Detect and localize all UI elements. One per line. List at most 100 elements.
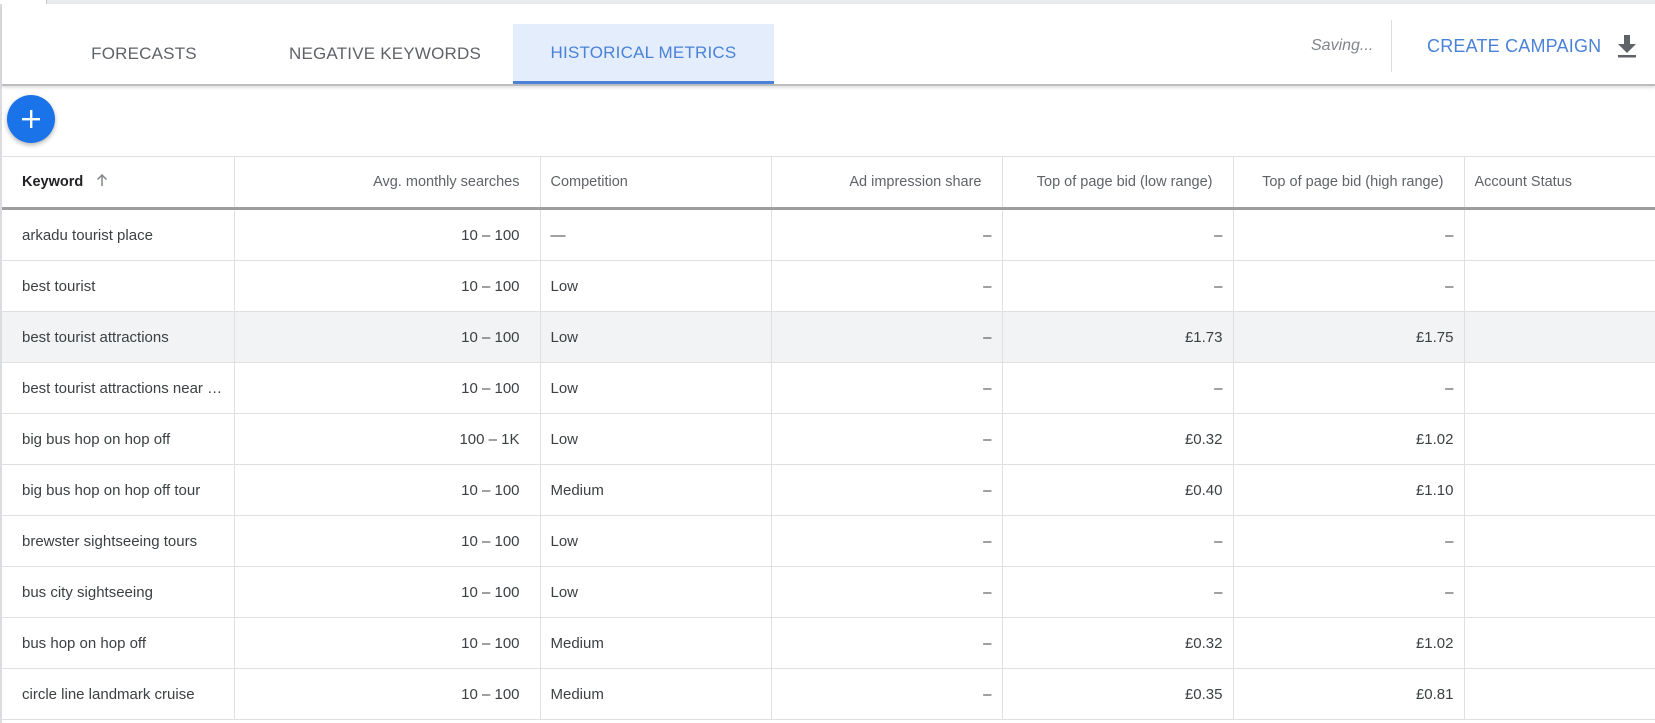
cell-top-bid-low: – <box>1002 515 1234 567</box>
cell-top-bid-low: £0.35 <box>1002 668 1234 720</box>
column-header-avg-monthly-searches[interactable]: Avg. monthly searches <box>234 156 541 210</box>
create-campaign-button[interactable]: CREATE CAMPAIGN <box>1427 36 1601 57</box>
cell-top-bid-high: – <box>1233 362 1465 414</box>
cell-competition: Medium <box>540 464 772 516</box>
cell-keyword: brewster sightseeing tours <box>2 515 235 567</box>
cell-account-status <box>1464 260 1655 312</box>
cell-keyword: best tourist attractions near me <box>2 362 235 414</box>
cell-competition: Low <box>540 311 772 363</box>
cell-top-bid-low: – <box>1002 208 1234 261</box>
cell-ad-impression-share: – <box>771 208 1003 261</box>
cell-top-bid-high: £0.81 <box>1233 668 1465 720</box>
cell-keyword: big bus hop on hop off <box>2 413 235 465</box>
cell-top-bid-high: – <box>1233 208 1465 261</box>
column-header-ad-impression-share[interactable]: Ad impression share <box>771 156 1003 210</box>
cell-top-bid-high: £1.10 <box>1233 464 1465 516</box>
cell-top-bid-low: £0.32 <box>1002 413 1234 465</box>
cell-top-bid-low: – <box>1002 260 1234 312</box>
table-row[interactable]: circle line landmark cruise 10 – 100 Mediu… <box>2 668 1655 720</box>
cell-account-status <box>1464 413 1655 465</box>
table-row[interactable]: best tourist 10 – 100 Low – – – <box>2 260 1655 312</box>
table-header-row: Keyword Avg. monthly searches Competitio… <box>2 156 1655 210</box>
cell-top-bid-high: – <box>1233 566 1465 618</box>
tab-negative-keywords[interactable]: NEGATIVE KEYWORDS <box>270 24 500 84</box>
cell-top-bid-high: £1.02 <box>1233 413 1465 465</box>
column-header-label: Keyword <box>22 173 84 190</box>
cell-keyword: best tourist attractions <box>2 311 235 363</box>
cell-avg-monthly-searches: 10 – 100 <box>234 668 541 720</box>
column-header-top-bid-low[interactable]: Top of page bid (low range) <box>1002 156 1234 210</box>
column-header-keyword[interactable]: Keyword <box>2 156 235 210</box>
cell-competition: Low <box>540 413 772 465</box>
cell-keyword: best tourist <box>2 260 235 312</box>
table-row[interactable]: best tourist attractions near me 10 – 100… <box>2 362 1655 414</box>
cell-account-status <box>1464 668 1655 720</box>
plus-icon <box>22 110 40 128</box>
cell-account-status <box>1464 208 1655 261</box>
cell-ad-impression-share: – <box>771 515 1003 567</box>
cell-account-status <box>1464 464 1655 516</box>
tab-header: FORECASTS NEGATIVE KEYWORDS HISTORICAL M… <box>2 4 1655 86</box>
cell-keyword: bus city sightseeing <box>2 566 235 618</box>
cell-top-bid-high: £1.75 <box>1233 311 1465 363</box>
cell-competition: Low <box>540 362 772 414</box>
cell-top-bid-high: – <box>1233 260 1465 312</box>
cell-ad-impression-share: – <box>771 617 1003 669</box>
cell-top-bid-high: £1.02 <box>1233 617 1465 669</box>
add-keyword-button[interactable] <box>7 95 55 143</box>
cell-avg-monthly-searches: 10 – 100 <box>234 464 541 516</box>
cell-keyword: arkadu tourist place <box>2 208 235 261</box>
table-row[interactable]: brewster sightseeing tours 10 – 100 Low – – – <box>2 515 1655 567</box>
saving-status: Saving... <box>1311 37 1374 54</box>
keyword-table: Keyword Avg. monthly searches Competitio… <box>2 156 1655 720</box>
cell-ad-impression-share: – <box>771 413 1003 465</box>
keyword-planner-window: FORECASTS NEGATIVE KEYWORDS HISTORICAL M… <box>0 0 1655 723</box>
table-row[interactable]: big bus hop on hop off 100 – 1K Low – £0.32 £… <box>2 413 1655 465</box>
column-header-account-status[interactable]: Account Status <box>1464 156 1655 210</box>
table-row[interactable]: big bus hop on hop off tour 10 – 100 Mediu… <box>2 464 1655 516</box>
column-header-competition[interactable]: Competition <box>540 156 772 210</box>
cell-avg-monthly-searches: 10 – 100 <box>234 515 541 567</box>
cell-avg-monthly-searches: 10 – 100 <box>234 617 541 669</box>
cell-competition: Low <box>540 515 772 567</box>
cell-ad-impression-share: – <box>771 362 1003 414</box>
cell-ad-impression-share: – <box>771 464 1003 516</box>
tab-forecasts[interactable]: FORECASTS <box>64 24 224 84</box>
download-icon[interactable] <box>1616 34 1638 58</box>
cell-keyword: bus hop on hop off <box>2 617 235 669</box>
cell-top-bid-low: £0.40 <box>1002 464 1234 516</box>
cell-ad-impression-share: – <box>771 668 1003 720</box>
cell-account-status <box>1464 617 1655 669</box>
cell-top-bid-low: £0.32 <box>1002 617 1234 669</box>
cell-competition: Low <box>540 260 772 312</box>
cell-top-bid-low: £1.73 <box>1002 311 1234 363</box>
cell-avg-monthly-searches: 10 – 100 <box>234 208 541 261</box>
cell-avg-monthly-searches: 100 – 1K <box>234 413 541 465</box>
cell-top-bid-low: – <box>1002 362 1234 414</box>
cell-top-bid-low: – <box>1002 566 1234 618</box>
cell-ad-impression-share: – <box>771 311 1003 363</box>
cell-avg-monthly-searches: 10 – 100 <box>234 260 541 312</box>
header-divider <box>1391 20 1392 72</box>
cell-avg-monthly-searches: 10 – 100 <box>234 311 541 363</box>
cell-competition: Medium <box>540 617 772 669</box>
table-row[interactable]: bus hop on hop off 10 – 100 Medium – £0.32 £1… <box>2 617 1655 669</box>
table-row[interactable]: arkadu tourist place 10 – 100— – – – <box>2 208 1655 261</box>
cell-account-status <box>1464 311 1655 363</box>
cell-keyword: big bus hop on hop off tour <box>2 464 235 516</box>
cell-keyword: circle line landmark cruise <box>2 668 235 720</box>
tab-historical-metrics[interactable]: HISTORICAL METRICS <box>513 24 774 84</box>
cell-avg-monthly-searches: 10 – 100 <box>234 362 541 414</box>
cell-account-status <box>1464 362 1655 414</box>
table-row[interactable]: best tourist attractions 10 – 100 Low – £1.7… <box>2 311 1655 363</box>
cell-competition: Medium <box>540 668 772 720</box>
cell-competition: — <box>540 208 772 261</box>
table-row[interactable]: bus city sightseeing 10 – 100 Low – – – <box>2 566 1655 618</box>
cell-ad-impression-share: – <box>771 566 1003 618</box>
cell-competition: Low <box>540 566 772 618</box>
cell-account-status <box>1464 566 1655 618</box>
cell-avg-monthly-searches: 10 – 100 <box>234 566 541 618</box>
sort-ascending-icon[interactable] <box>95 173 109 191</box>
column-header-top-bid-high[interactable]: Top of page bid (high range) <box>1233 156 1465 210</box>
cell-top-bid-high: – <box>1233 515 1465 567</box>
